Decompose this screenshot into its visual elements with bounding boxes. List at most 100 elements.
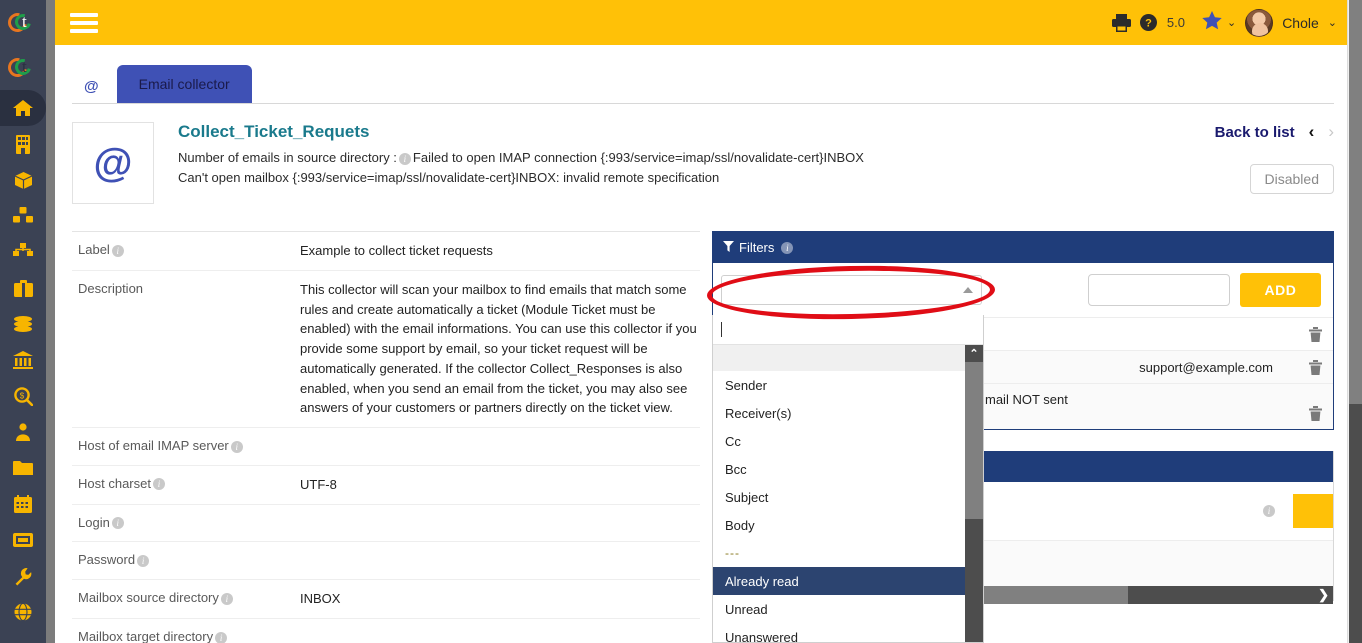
avatar[interactable] (1245, 8, 1274, 37)
table-row: Login i (72, 505, 700, 543)
info-icon[interactable]: i (152, 478, 165, 491)
user-name-label[interactable]: Chole (1282, 15, 1319, 31)
page-scrollbar[interactable] (1347, 0, 1362, 643)
dropdown-search-input[interactable] (713, 315, 983, 345)
table-row: Description This collector will scan you… (72, 271, 700, 428)
list-item[interactable]: Unanswered (713, 623, 983, 643)
prev-record-icon[interactable]: ‹ (1309, 122, 1315, 142)
info-icon[interactable]: i (1263, 505, 1275, 517)
cubes-icon (13, 207, 33, 223)
info-icon[interactable]: i (230, 440, 243, 453)
logo-icon-alt: t (4, 53, 38, 81)
home-icon (13, 100, 33, 116)
row-label: Mailbox source directory (78, 590, 219, 606)
page-scrollbar-thumb[interactable] (1349, 404, 1362, 643)
filter-type-select[interactable] (721, 275, 982, 305)
star-icon[interactable] (1202, 10, 1222, 35)
row-label: Password (78, 552, 136, 568)
list-item[interactable]: Sender (713, 371, 983, 399)
dropdown-option-list: Sender Receiver(s) Cc Bcc Subject Body -… (713, 345, 983, 643)
scroll-up-icon[interactable]: ⌃ (965, 345, 983, 362)
at-icon[interactable]: @ (72, 78, 117, 103)
row-value: Example to collect ticket requests (300, 243, 493, 258)
info-icon[interactable]: i (220, 592, 233, 605)
list-item-selected[interactable]: Already read (713, 567, 983, 595)
sidebar-item-third-parties[interactable] (0, 126, 46, 162)
user-tie-icon (16, 423, 30, 441)
status-badge: Disabled (1249, 164, 1334, 194)
search-dollar-icon: $ (13, 386, 33, 406)
trash-icon[interactable] (1307, 359, 1323, 375)
dropdown-scrollbar-thumb[interactable] (965, 362, 983, 519)
filter-type-dropdown[interactable]: Sender Receiver(s) Cc Bcc Subject Body -… (712, 315, 984, 643)
filter-value: mail NOT sent (985, 392, 1068, 407)
trash-icon[interactable] (1307, 326, 1323, 342)
back-to-list-link[interactable]: Back to list (1215, 124, 1295, 141)
bank-icon (13, 351, 33, 369)
funnel-icon (723, 240, 734, 255)
app-logo-primary[interactable]: t (0, 0, 46, 45)
add-filter-button[interactable]: ADD (1239, 273, 1321, 307)
logo-letter-alt: t (22, 56, 27, 76)
info-icon[interactable]: i (781, 241, 794, 254)
sidebar-item-billing[interactable] (0, 306, 46, 342)
info-icon[interactable]: i (137, 555, 150, 567)
row-label: Host of email IMAP server (78, 438, 229, 453)
info-icon[interactable]: i (215, 631, 228, 643)
scroll-right-icon[interactable]: ❯ (1318, 586, 1329, 604)
filter-value-input[interactable] (1087, 274, 1230, 306)
tab-email-collector[interactable]: Email collector (116, 65, 252, 103)
list-item[interactable]: Cc (713, 427, 983, 455)
svg-text:?: ? (1145, 18, 1152, 30)
collector-thumbnail: @ (72, 122, 154, 204)
top-bar: ? 5.0 ⌄ Chole ⌄ (55, 0, 1347, 45)
sidebar-item-home[interactable] (0, 90, 46, 126)
sidebar-item-ticket[interactable] (0, 522, 46, 558)
coins-icon (14, 315, 32, 332)
sidebar-item-mrp[interactable] (0, 234, 46, 270)
sidebar-item-commercial[interactable] (0, 270, 46, 306)
sidebar-item-stock[interactable] (0, 198, 46, 234)
sidebar-item-tools[interactable] (0, 558, 46, 594)
tab-bar: @ Email collector (72, 62, 1334, 104)
list-item[interactable] (713, 345, 983, 371)
help-circle-icon[interactable]: ? (1139, 14, 1157, 31)
folder-icon (13, 461, 33, 475)
page-scrollbar-track[interactable] (1349, 0, 1362, 404)
trash-icon[interactable] (1307, 406, 1323, 421)
sidebar-item-products[interactable] (0, 162, 46, 198)
printer-icon[interactable] (1111, 13, 1131, 32)
row-value: UTF-8 (300, 476, 337, 492)
chevron-down-icon[interactable]: ⌄ (1227, 16, 1236, 29)
sidebar-item-documents[interactable] (0, 450, 46, 486)
at-glyph-icon: @ (93, 141, 133, 185)
info-icon[interactable]: i (111, 244, 124, 257)
list-item[interactable]: Subject (713, 483, 983, 511)
list-item[interactable]: Body (713, 511, 983, 539)
table-row: Mailbox target directory i (72, 619, 700, 643)
sidebar-item-hrm[interactable] (0, 414, 46, 450)
info-icon[interactable]: i (398, 152, 411, 165)
list-item[interactable]: Bcc (713, 455, 983, 483)
add-action-button[interactable] (1293, 494, 1333, 528)
user-chevron-down-icon[interactable]: ⌄ (1328, 16, 1337, 29)
app-root: t t $ ? 5.0 ⌄ Chole ⌄ @ Email collector … (0, 0, 1362, 643)
hamburger-icon[interactable] (70, 9, 98, 37)
list-item[interactable]: Unread (713, 595, 983, 623)
sidebar-item-website[interactable] (0, 594, 46, 630)
building-icon (16, 134, 30, 154)
list-item[interactable]: Receiver(s) (713, 399, 983, 427)
sidebar-item-accounting[interactable]: $ (0, 378, 46, 414)
info-icon[interactable]: i (111, 517, 124, 530)
rail-divider (46, 0, 55, 643)
app-logo-secondary[interactable]: t (0, 45, 46, 90)
filters-panel-title: Filters (739, 240, 775, 255)
sidebar-item-agenda[interactable] (0, 486, 46, 522)
row-value (296, 505, 700, 542)
sitemap-icon (13, 243, 33, 256)
table-row: Label i Example to collect ticket request… (72, 232, 700, 271)
sidebar-item-bank[interactable] (0, 342, 46, 378)
dropdown-scrollbar[interactable]: ⌃ (965, 345, 983, 642)
row-value (296, 542, 700, 579)
row-value (296, 428, 700, 465)
